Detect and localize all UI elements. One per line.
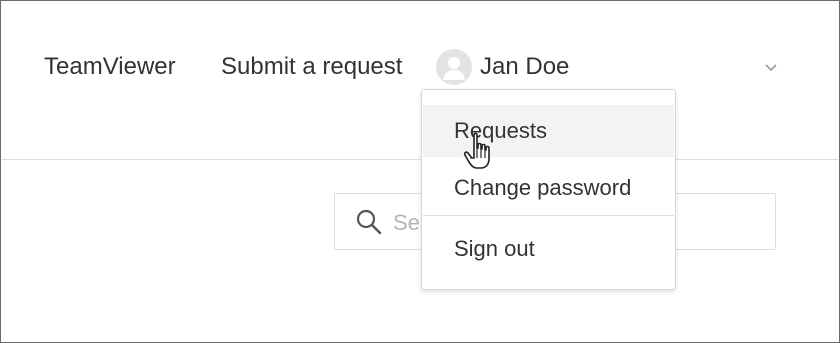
search-input[interactable]: Search bbox=[393, 210, 423, 236]
hand-pointer-cursor-icon bbox=[463, 132, 490, 169]
user-name[interactable]: Jan Doe bbox=[480, 53, 569, 81]
menu-item-sign-out[interactable]: Sign out bbox=[423, 223, 674, 275]
nav-link-submit-request[interactable]: Submit a request bbox=[221, 53, 402, 81]
avatar[interactable] bbox=[436, 49, 472, 85]
search-icon bbox=[356, 209, 382, 235]
user-avatar-icon bbox=[443, 57, 465, 80]
window-frame: TeamViewer Submit a request Jan Doe Sear… bbox=[0, 0, 840, 343]
menu-divider bbox=[423, 215, 674, 216]
header-divider bbox=[2, 159, 838, 160]
nav-link-teamviewer[interactable]: TeamViewer bbox=[44, 53, 176, 81]
chevron-down-icon[interactable] bbox=[763, 59, 779, 75]
user-dropdown-menu: Requests Change password Sign out bbox=[421, 89, 676, 290]
